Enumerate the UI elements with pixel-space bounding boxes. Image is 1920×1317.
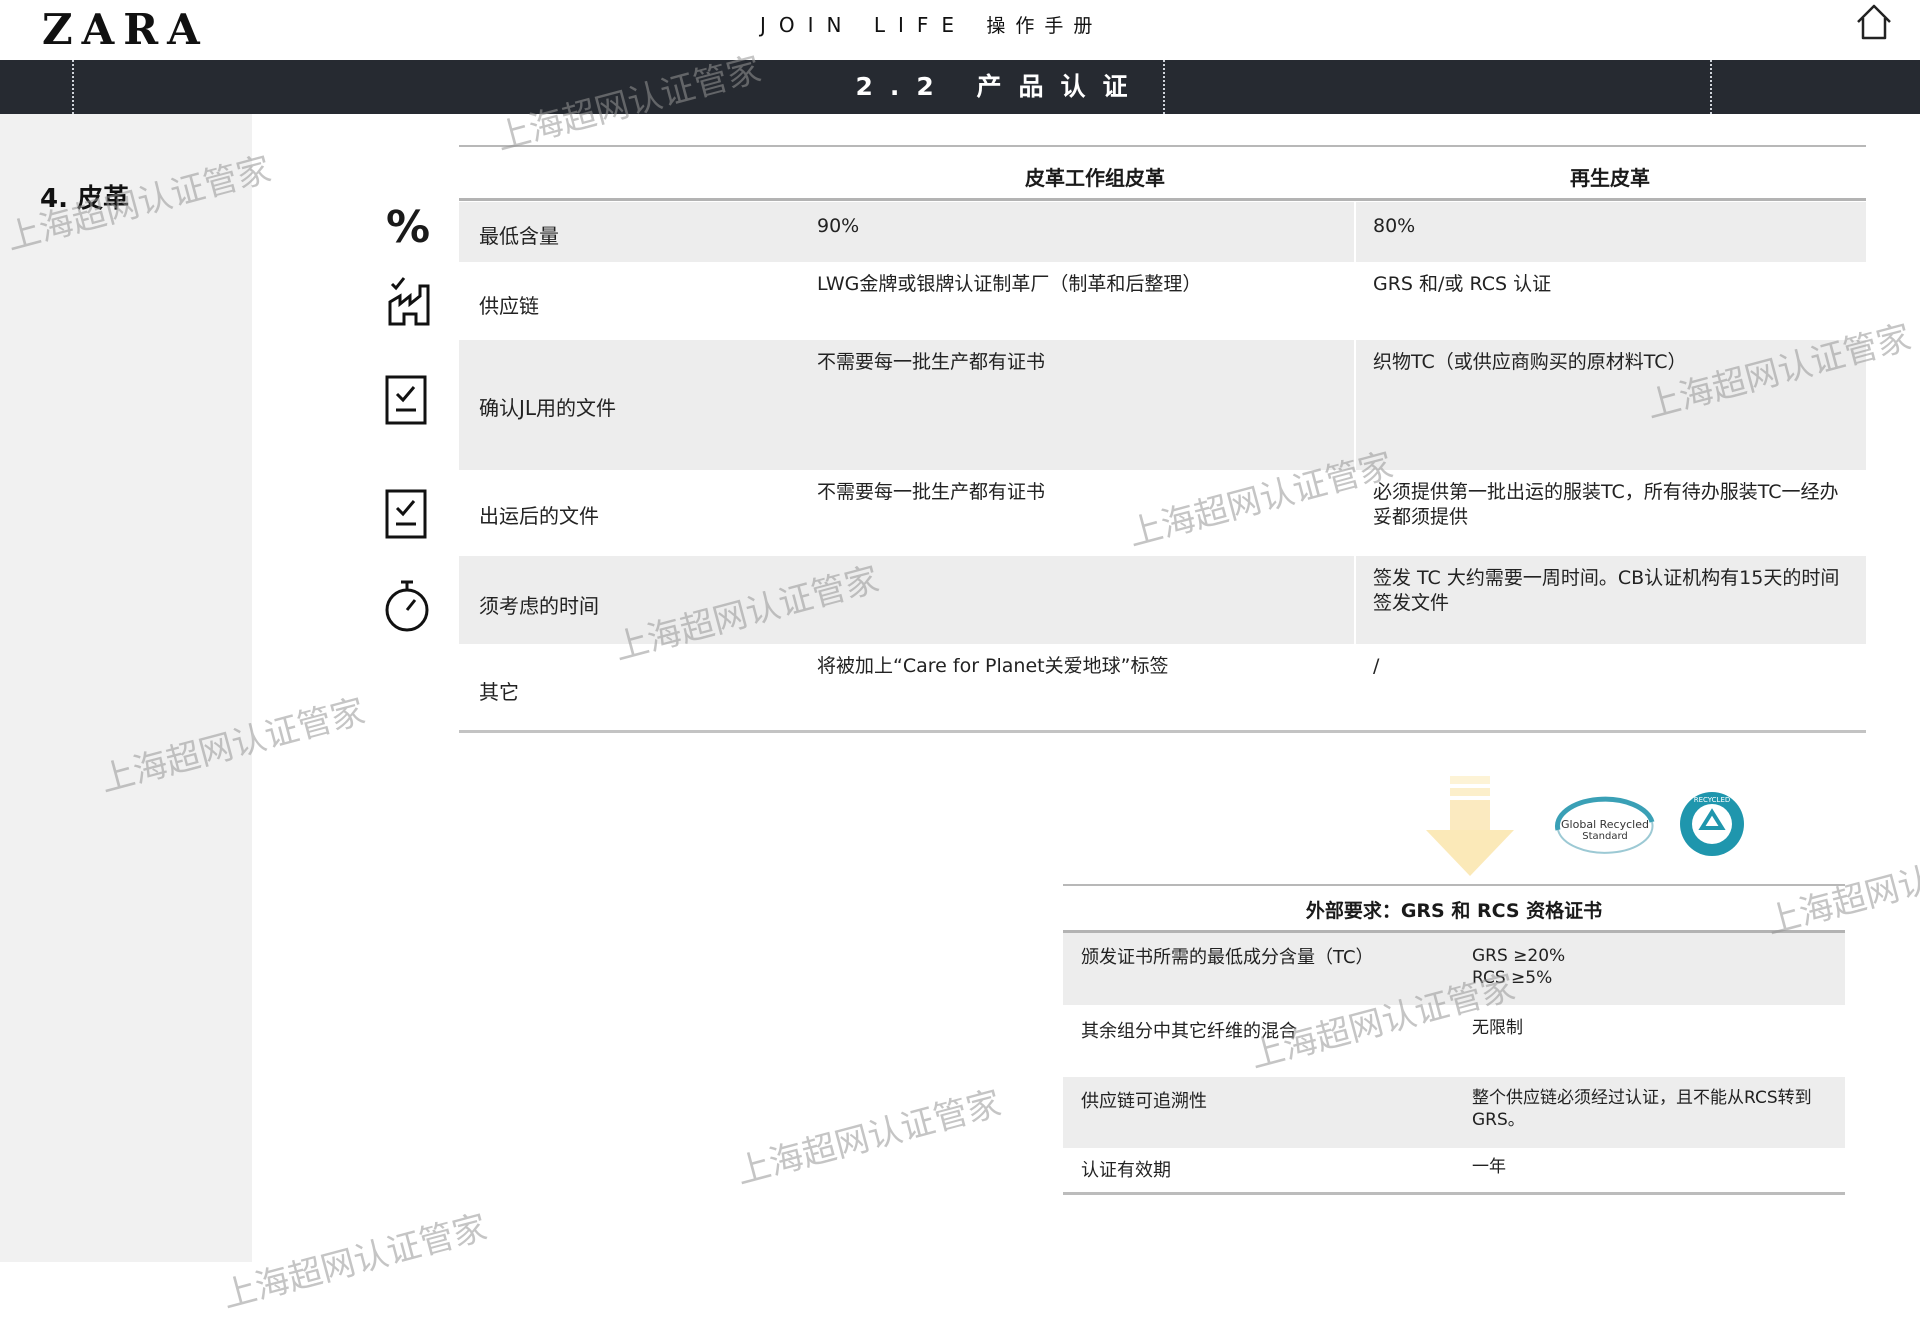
sub-row-value: GRS ≥20% (1472, 946, 1566, 966)
watermark: 上海超网认证管家 (732, 1083, 1006, 1193)
column-header-recycled: 再生皮革 (1570, 166, 1650, 190)
row-value-recycled: 织物TC（或供应商购买的原材料TC） (1373, 351, 1687, 373)
table-row-supply-chain: 供应链 LWG金牌或银牌认证制革厂（制革和后整理） GRS 和/或 RCS 认证 (459, 262, 1866, 340)
down-arrow-icon (1426, 776, 1514, 876)
sub-row-label: 供应链可追溯性 (1081, 1091, 1207, 1112)
table-rule-top (459, 145, 1866, 147)
zara-logo: ZARA (42, 5, 209, 54)
row-value-lwg: 不需要每一批生产都有证书 (817, 351, 1046, 373)
sub-table-row-min-tc: 颁发证书所需的最低成分含量（TC） GRS ≥20% RCS ≥5% (1063, 933, 1845, 1005)
row-label: 须考虑的时间 (479, 594, 599, 618)
sub-table-rule-top (1063, 884, 1845, 886)
sub-table-rule-bottom (1063, 1192, 1845, 1195)
rcs-logo: RECYCLED (1680, 792, 1744, 856)
sub-row-label: 认证有效期 (1081, 1160, 1171, 1181)
brand-title-en: JOIN LIFE (760, 13, 968, 37)
sub-row-value: 一年 (1472, 1157, 1506, 1177)
table-rule-bottom (459, 730, 1866, 733)
brand-title-cn: 操作手册 (986, 15, 1103, 37)
table-row-confirm-docs: 确认JL用的文件 不需要每一批生产都有证书 织物TC（或供应商购买的原材料TC） (459, 340, 1866, 470)
brand-title: JOIN LIFE 操作手册 (760, 12, 1102, 39)
grs-logo-text: Standard (1582, 831, 1628, 842)
row-label: 出运后的文件 (479, 504, 599, 528)
sub-row-value: RCS ≥5% (1472, 968, 1553, 988)
sub-row-label: 其余组分中其它纤维的混合 (1081, 1021, 1297, 1042)
row-label: 确认JL用的文件 (479, 396, 617, 420)
stopwatch-icon (385, 580, 429, 632)
left-panel (0, 114, 252, 1262)
table-row-timing: 须考虑的时间 签发 TC 大约需要一周时间。CB认证机构有15天的时间签发文件 (459, 556, 1866, 644)
checklist-icon (385, 375, 427, 425)
grs-logo: Global Recycled Standard (1554, 796, 1655, 854)
sub-table-title: 外部要求：GRS 和 RCS 资格证书 (1305, 900, 1603, 922)
row-label: 供应链 (479, 294, 539, 318)
table-row-post-shipment-docs: 出运后的文件 不需要每一批生产都有证书 必须提供第一批出运的服装TC，所有待办服… (459, 470, 1866, 556)
row-label: 其它 (479, 680, 519, 704)
row-value-recycled: GRS 和/或 RCS 认证 (1373, 273, 1552, 295)
row-value-recycled: 签发 TC 大约需要一周时间。CB认证机构有15天的时间签发文件 (1373, 567, 1840, 614)
banner-title: 2.2 产品认证 (855, 72, 1145, 101)
row-value-recycled: / (1373, 655, 1380, 677)
percent-icon: % (386, 202, 431, 253)
row-value-lwg: 不需要每一批生产都有证书 (817, 481, 1046, 503)
sub-row-label: 颁发证书所需的最低成分含量（TC） (1081, 947, 1374, 968)
row-value-lwg: LWG金牌或银牌认证制革厂（制革和后整理） (817, 273, 1202, 295)
row-value-recycled: 必须提供第一批出运的服装TC，所有待办服装TC一经办妥都须提供 (1373, 481, 1839, 528)
sub-table-row-blend: 其余组分中其它纤维的混合 无限制 (1063, 1005, 1845, 1077)
table-row-other: 其它 将被加上“Care for Planet关爱地球”标签 / (459, 644, 1866, 730)
grs-logo-text: Global Recycled (1561, 818, 1649, 831)
column-header-lwg: 皮革工作组皮革 (1025, 166, 1165, 190)
table-row-min-content: 最低含量 90% 80% (459, 202, 1866, 262)
sub-row-value: 整个供应链必须经过认证，且不能从RCS转到 GRS。 (1472, 1088, 1812, 1130)
section-banner: 2.2 产品认证 (0, 60, 1920, 114)
sub-table-row-traceability: 供应链可追溯性 整个供应链必须经过认证，且不能从RCS转到 GRS。 (1063, 1077, 1845, 1148)
row-value-lwg: 90% (817, 215, 860, 237)
row-value-recycled: 80% (1373, 215, 1416, 237)
checklist-icon (385, 489, 427, 539)
watermark: 上海超网认证管家 (218, 1207, 492, 1317)
row-value-lwg: 将被加上“Care for Planet关爱地球”标签 (817, 655, 1169, 677)
home-icon[interactable] (1852, 0, 1896, 44)
sub-table-row-validity: 认证有效期 一年 (1063, 1148, 1845, 1192)
section-label: 4. 皮革 (40, 184, 130, 214)
table-rule-header (459, 198, 1866, 201)
factory-icon (388, 277, 430, 326)
sub-row-value: 无限制 (1472, 1018, 1523, 1038)
top-bar: ZARA JOIN LIFE 操作手册 (0, 0, 1920, 60)
rcs-logo-text: RECYCLED (1694, 796, 1731, 804)
row-label: 最低含量 (479, 224, 559, 248)
